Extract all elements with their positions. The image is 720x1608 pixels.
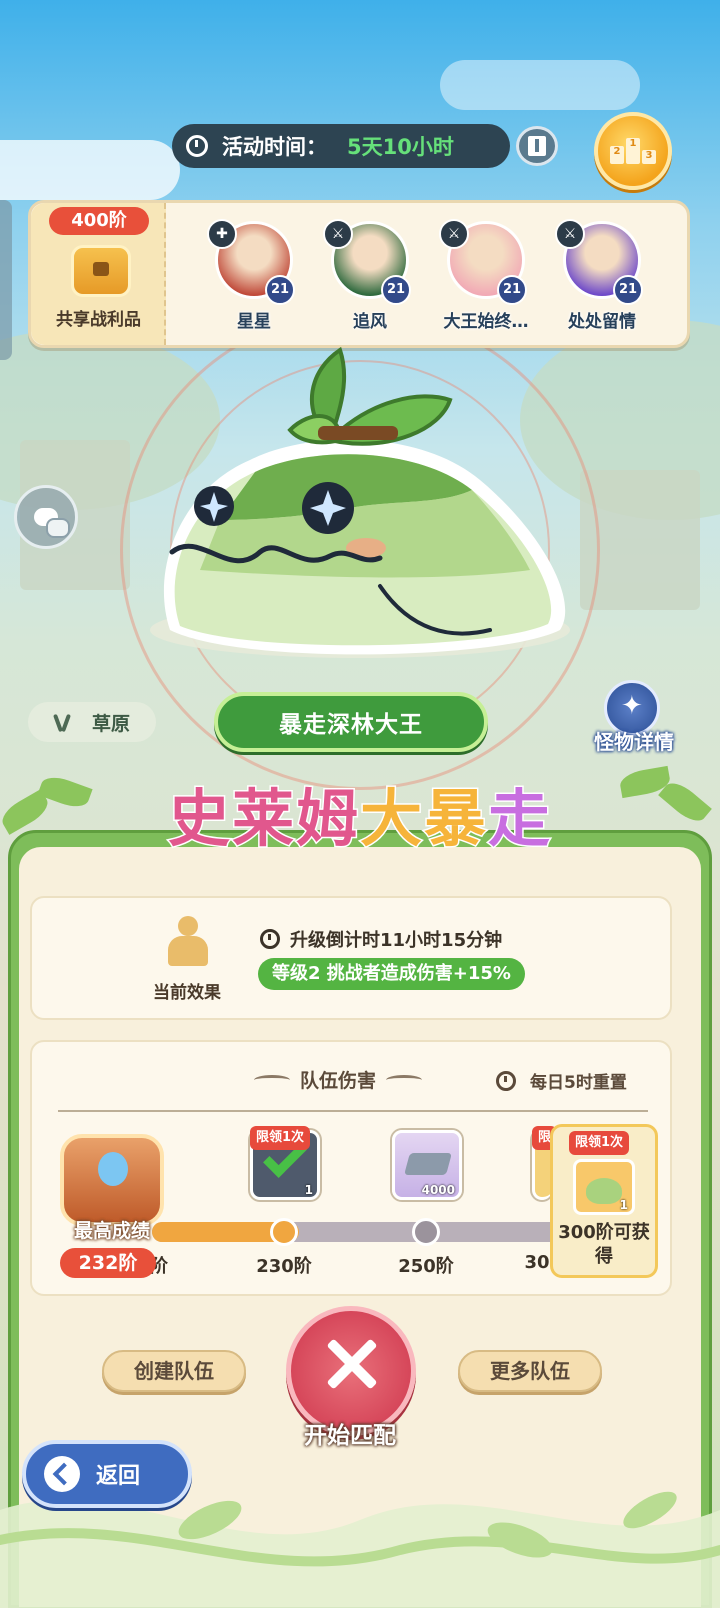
biome-tag: 草原 <box>28 702 156 742</box>
back-arrow-icon <box>44 1456 80 1492</box>
best-score[interactable]: 最高成绩 232阶 <box>54 1130 174 1280</box>
biome-label: 草原 <box>92 712 131 735</box>
event-title: 史莱姆大暴走 <box>100 768 620 858</box>
chat-button[interactable] <box>14 485 78 549</box>
team-member[interactable]: ✚ 21 星星 <box>199 215 309 345</box>
ranking-button[interactable]: 2 1 3 <box>594 112 672 190</box>
best-score-label: 最高成绩 <box>73 1220 150 1242</box>
best-chest-icon <box>60 1134 164 1226</box>
clock-icon <box>260 929 280 949</box>
create-team-button[interactable]: 创建队伍 <box>102 1350 246 1392</box>
slime-boss[interactable] <box>140 330 580 690</box>
title-part-c: 走 <box>486 781 553 857</box>
sword-icon: ⚔ <box>323 219 353 249</box>
clock-icon <box>186 135 208 157</box>
start-match-label: 开始匹配 <box>304 1423 396 1449</box>
shield-icon: ✚ <box>207 219 237 249</box>
reward-quantity: 4000 <box>421 1183 455 1197</box>
buff-badge: 等级2 挑战者造成伤害+15% <box>258 958 525 990</box>
title-part-b: 大暴 <box>358 781 488 857</box>
milestone-node <box>412 1218 440 1246</box>
monster-details-button[interactable]: 怪物详情 <box>584 680 684 760</box>
team-damage-title: 队伍伤害 <box>244 1066 432 1093</box>
sword-icon: ⚔ <box>555 219 585 249</box>
more-teams-button[interactable]: 更多队伍 <box>458 1350 602 1392</box>
member-name: 处处留情 <box>568 312 636 332</box>
upgrade-countdown: 升级倒计时11小时15分钟 <box>260 926 502 952</box>
shared-loot-tier: 400阶 <box>49 207 149 235</box>
reset-note: 每日5时重置 <box>496 1068 627 1093</box>
best-score-tier: 232阶 <box>60 1248 156 1278</box>
slime-shape <box>586 1178 622 1204</box>
next-reward-label: 300阶可获得 <box>558 1222 650 1267</box>
title-part-a: 史莱姆 <box>166 781 360 857</box>
rules-button[interactable] <box>516 126 558 166</box>
power-up-icon <box>164 912 214 972</box>
book-icon <box>528 136 546 156</box>
team-member[interactable]: ⚔ 21 处处留情 <box>547 215 657 345</box>
milestone-node <box>270 1218 298 1246</box>
current-effect-card: 当前效果 升级倒计时11小时15分钟 等级2 挑战者造成伤害+15% <box>30 896 672 1020</box>
shared-loot-label: 共享战利品 <box>56 310 141 330</box>
limit-tag: 限领1次 <box>569 1131 630 1155</box>
level-badge: 21 <box>265 275 295 305</box>
team-member[interactable]: ⚔ 21 追风 <box>315 215 425 345</box>
podium-second: 2 <box>610 146 624 164</box>
team-loot-bar: 400阶 共享战利品 ✚ 21 星星 ⚔ 21 追风 ⚔ 21 大王始终… ⚔ … <box>28 200 690 348</box>
sword-icon: ⚔ <box>439 219 469 249</box>
level-badge: 21 <box>497 275 527 305</box>
podium-third: 3 <box>642 150 656 164</box>
back-button[interactable]: 返回 <box>22 1440 192 1508</box>
ornament-left-icon <box>254 1074 290 1085</box>
crossed-swords-icon <box>321 1333 381 1393</box>
team-damage-label: 队伍伤害 <box>300 1070 377 1092</box>
milestone-reward[interactable]: 4000 <box>392 1130 462 1200</box>
next-reward-card[interactable]: 限领1次 1 300阶可获得 <box>550 1124 658 1278</box>
clock-icon <box>496 1070 516 1091</box>
timer-label: 活动时间： <box>222 135 327 159</box>
event-title-banner: 史莱姆大暴走 <box>100 760 620 880</box>
back-label: 返回 <box>96 1464 141 1489</box>
cloud <box>0 140 180 200</box>
member-name: 追风 <box>353 312 387 332</box>
treasure-chest-icon <box>71 245 131 297</box>
silver-ingot-icon <box>404 1153 452 1175</box>
shared-loot-button[interactable]: 400阶 共享战利品 <box>31 203 166 345</box>
level-badge: 21 <box>613 275 643 305</box>
reward-quantity: 1 <box>304 1183 313 1197</box>
effect-label: 当前效果 <box>153 983 221 1003</box>
reset-text: 每日5时重置 <box>530 1073 627 1093</box>
podium-first: 1 <box>626 138 640 164</box>
slime-egg-icon: 1 <box>573 1159 635 1215</box>
level-badge: 21 <box>381 275 411 305</box>
boss-name-plate: 暴走深林大王 <box>214 692 488 752</box>
cloud <box>440 60 640 110</box>
milestone-label: 30 <box>524 1252 550 1273</box>
limit-tag: 限领1次 <box>250 1126 311 1150</box>
timer-value: 5天10小时 <box>347 135 454 159</box>
milestone-label: 250阶 <box>398 1256 454 1277</box>
podium-icon: 2 1 3 <box>610 138 656 164</box>
chat-bubble-icon <box>34 508 70 538</box>
monster-details-label: 怪物详情 <box>594 730 674 754</box>
grass-icon <box>50 712 74 732</box>
team-member[interactable]: ⚔ 21 大王始终… <box>431 215 541 345</box>
side-drawer-tab[interactable] <box>0 200 12 360</box>
reward-quantity: 1 <box>619 1198 628 1212</box>
member-name: 大王始终… <box>443 312 529 332</box>
milestone-label: 230阶 <box>256 1256 312 1277</box>
member-name: 星星 <box>237 312 271 332</box>
countdown-text: 升级倒计时11小时15分钟 <box>290 930 503 951</box>
divider <box>58 1110 648 1112</box>
event-timer: 活动时间： 5天10小时 <box>172 124 510 168</box>
ornament-right-icon <box>386 1074 423 1085</box>
